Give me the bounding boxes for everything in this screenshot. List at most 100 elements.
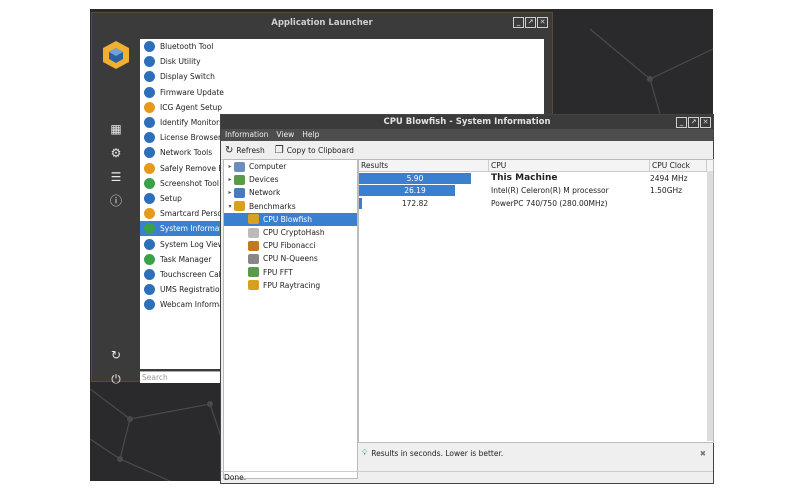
app-list-item[interactable]: Bluetooth Tool [140, 39, 544, 54]
app-label: Touchscreen Calil [160, 269, 225, 279]
copy-label: Copy to Clipboard [286, 145, 354, 155]
app-icon [144, 132, 155, 144]
app-list-item[interactable]: Disk Utility [140, 54, 544, 69]
menu-view[interactable]: View [276, 129, 294, 141]
refresh-button[interactable]: ↻ Refresh [225, 145, 265, 156]
results-table: Results CPU CPU Clock 5.90 This Machine 24… [358, 159, 714, 443]
app-label: Network Tools [160, 148, 213, 158]
launcher-sidebar: ▦ ⚙ ☰ ⓘ ↻ ⏻ [92, 33, 140, 386]
app-label: Screenshot Tool [160, 178, 219, 188]
tree-item[interactable]: CPU Fibonacci [224, 239, 357, 252]
tree-item-label: Computer [249, 162, 287, 172]
tree-expander-icon[interactable]: ▸ [226, 176, 234, 183]
tree-item-label: CPU N-Queens [263, 254, 318, 264]
apps-grid-icon[interactable]: ▦ [108, 121, 124, 137]
app-list-item[interactable]: Firmware Update [140, 85, 544, 100]
result-value: 26.19 [404, 186, 426, 196]
tree-item[interactable]: ▸ Devices [224, 173, 357, 186]
tree-item-label: FPU Raytracing [263, 280, 321, 290]
result-cpu: PowerPC 740/750 (280.00MHz) [491, 198, 608, 208]
result-cpu: Intel(R) Celeron(R) M processor [491, 186, 609, 196]
column-cpu-clock[interactable]: CPU Clock [650, 160, 707, 171]
tree-expander-icon[interactable]: ▸ [226, 189, 234, 196]
tree-item-icon [234, 201, 245, 212]
tree-item-icon [248, 227, 259, 238]
column-results[interactable]: Results [359, 160, 489, 171]
close-icon[interactable]: ✕ [537, 17, 548, 28]
app-icon [144, 192, 155, 204]
maximize-icon[interactable]: ↗ [688, 117, 699, 128]
tree-item[interactable]: CPU Blowfish [224, 212, 357, 226]
tree-item-label: Network [249, 188, 281, 198]
info-icon[interactable]: ⓘ [108, 193, 124, 209]
app-icon [144, 177, 155, 189]
minimize-icon[interactable]: _ [513, 17, 524, 28]
app-label: Safely Remove Ha [160, 163, 229, 173]
launcher-titlebar[interactable]: Application Launcher _ ↗ ✕ [92, 13, 552, 33]
result-bar: 172.82 [359, 197, 489, 209]
app-icon [144, 86, 155, 98]
close-hint-icon[interactable]: ✖ [700, 449, 706, 458]
result-row[interactable]: 172.82 PowerPC 740/750 (280.00MHz) [359, 197, 713, 210]
app-label: Setup [160, 193, 182, 203]
column-cpu[interactable]: CPU [489, 160, 650, 171]
tree-item[interactable]: CPU N-Queens [224, 252, 357, 265]
tree-item-label: CPU Blowfish [263, 214, 312, 224]
tree-item[interactable]: ▸ Network [224, 186, 357, 199]
app-label: Firmware Update [160, 87, 224, 97]
app-icon [144, 284, 155, 296]
power-icon[interactable]: ⏻ [108, 371, 124, 387]
tree-expander-icon[interactable]: ▸ [226, 163, 234, 170]
tree-item[interactable]: CPU CryptoHash [224, 226, 357, 239]
maximize-icon[interactable]: ↗ [525, 17, 536, 28]
list-icon[interactable]: ☰ [108, 169, 124, 185]
tree-item[interactable]: ▸ Computer [224, 160, 357, 173]
app-list-item[interactable]: Display Switch [140, 69, 544, 84]
app-icon [144, 208, 155, 220]
launcher-title: Application Launcher [271, 18, 373, 28]
app-label: System Informatio [160, 224, 230, 234]
tree-item-icon [234, 187, 245, 198]
tree-item[interactable]: FPU FFT [224, 266, 357, 279]
hint-bar: 💡︎ Results in seconds. Lower is better. … [358, 445, 712, 461]
tree-item[interactable]: ▾ Benchmarks [224, 200, 357, 213]
tree-item[interactable]: FPU Raytracing [224, 279, 357, 292]
vertical-scrollbar[interactable] [707, 171, 713, 441]
refresh-icon: ↻ [225, 144, 234, 156]
system-information-window: CPU Blowfish - System Information _ ↗ ✕ … [220, 114, 714, 484]
app-label: Bluetooth Tool [160, 42, 214, 52]
refresh-icon[interactable]: ↻ [108, 347, 124, 363]
tree-expander-icon[interactable]: ▾ [226, 203, 234, 210]
app-icon [144, 162, 155, 174]
lightbulb-icon: 💡︎ [362, 448, 368, 457]
app-icon [144, 223, 155, 235]
minimize-icon[interactable]: _ [676, 117, 687, 128]
category-tree: ▸ Computer ▸ Devices ▸ Network ▾ Benchmarks CPU … [223, 159, 358, 479]
result-row[interactable]: 26.19 Intel(R) Celeron(R) M processor 1.50… [359, 185, 713, 198]
app-label: Smartcard Persor [160, 209, 226, 219]
app-label: ICG Agent Setup [160, 102, 223, 112]
app-icon [144, 56, 155, 68]
sysinfo-titlebar[interactable]: CPU Blowfish - System Information _ ↗ ✕ [221, 115, 713, 129]
sysinfo-title: CPU Blowfish - System Information [383, 117, 551, 127]
close-icon[interactable]: ✕ [700, 117, 711, 128]
result-row[interactable]: 5.90 This Machine 2494 MHz [359, 172, 713, 185]
app-icon [144, 71, 155, 83]
status-bar: Done. [221, 471, 713, 483]
tree-item-icon [248, 280, 259, 291]
app-icon [144, 299, 155, 311]
gear-icon[interactable]: ⚙ [108, 145, 124, 161]
app-icon [144, 117, 155, 129]
tree-item-icon [248, 267, 259, 278]
tree-item-label: FPU FFT [263, 267, 293, 277]
menu-help[interactable]: Help [302, 129, 319, 141]
app-label: Identify Monitors [160, 118, 224, 128]
hint-text: Results in seconds. Lower is better. [371, 448, 504, 458]
result-cpu-clock: 1.50GHz [650, 186, 683, 196]
app-list-item[interactable]: ICG Agent Setup [140, 100, 544, 115]
result-value: 172.82 [401, 198, 429, 208]
copy-to-clipboard-button[interactable]: ❐ Copy to Clipboard [275, 145, 354, 156]
menu-information[interactable]: Information [225, 129, 268, 141]
sysinfo-window-buttons: _ ↗ ✕ [676, 117, 711, 128]
app-label: UMS Registration [160, 285, 225, 295]
